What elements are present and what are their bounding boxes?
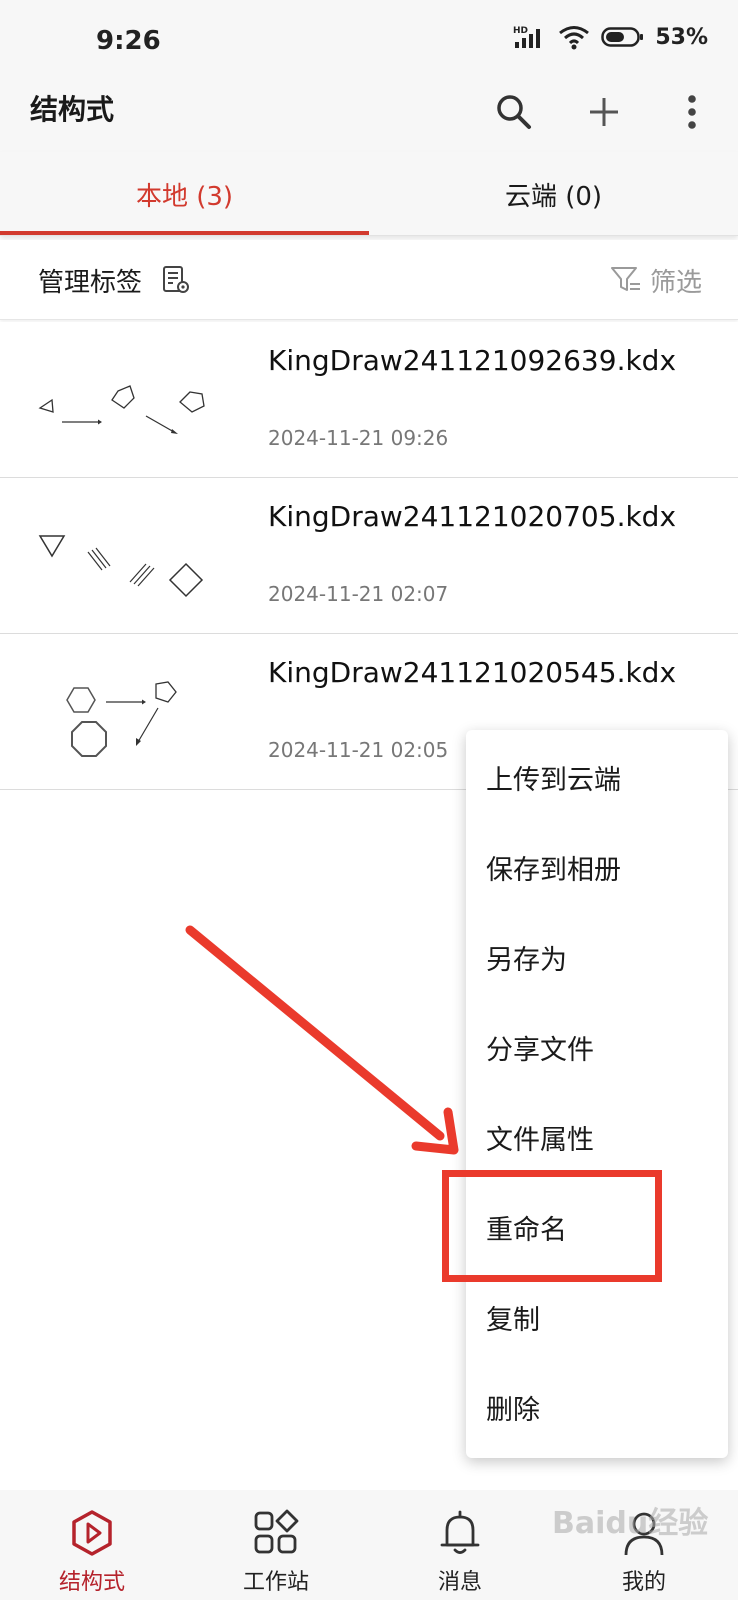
file-name: KingDraw241121020705.kdx bbox=[268, 500, 677, 533]
file-date: 2024-11-21 09:26 bbox=[268, 426, 449, 450]
nav-label: 结构式 bbox=[58, 1570, 125, 1595]
tab-local[interactable]: 本地 (3) bbox=[0, 152, 369, 236]
hd-badge: HD bbox=[513, 26, 528, 36]
structure-thumbnail bbox=[66, 681, 177, 757]
watermark: Baidu经验 bbox=[552, 1506, 709, 1541]
more-vertical-icon bbox=[688, 95, 696, 129]
battery-percent: 53% bbox=[655, 24, 708, 50]
file-date: 2024-11-21 02:07 bbox=[268, 582, 449, 606]
app-bar: 结构式 bbox=[0, 88, 738, 152]
menu-item-share-file[interactable]: 分享文件 bbox=[466, 1002, 728, 1092]
status-time: 9:26 bbox=[96, 26, 161, 56]
manage-tags-button[interactable]: 管理标签 bbox=[38, 240, 190, 320]
structure-icon bbox=[67, 1508, 117, 1558]
battery-icon bbox=[601, 27, 644, 47]
file-context-menu: 上传到云端 保存到相册 另存为 分享文件 文件属性 重命名 复制 删除 bbox=[466, 730, 728, 1458]
file-item[interactable]: KingDraw241121092639.kdx 2024-11-21 09:2… bbox=[0, 322, 738, 478]
bell-icon bbox=[435, 1508, 485, 1558]
filter-button[interactable]: 筛选 bbox=[610, 240, 702, 320]
list-toolbar: 管理标签 筛选 bbox=[0, 240, 738, 320]
file-name: KingDraw241121020545.kdx bbox=[268, 656, 677, 689]
menu-item-file-properties[interactable]: 文件属性 bbox=[466, 1092, 728, 1182]
status-bar: 9:26 HD 53% bbox=[0, 0, 738, 88]
nav-item-messages[interactable]: 消息 bbox=[368, 1490, 552, 1600]
menu-item-copy[interactable]: 复制 bbox=[466, 1272, 728, 1362]
search-icon bbox=[497, 95, 531, 129]
structure-thumbnail bbox=[38, 535, 204, 598]
nav-label: 消息 bbox=[437, 1570, 482, 1595]
structure-thumbnail bbox=[38, 385, 205, 434]
filter-icon bbox=[610, 267, 640, 291]
tab-cloud[interactable]: 云端 (0) bbox=[369, 152, 738, 236]
add-button[interactable] bbox=[576, 88, 632, 136]
nav-label: 工作站 bbox=[242, 1570, 309, 1595]
search-button[interactable] bbox=[486, 88, 542, 136]
manage-tags-label: 管理标签 bbox=[38, 267, 143, 298]
wifi-icon bbox=[559, 26, 590, 50]
file-date: 2024-11-21 02:05 bbox=[268, 738, 449, 762]
annotation-highlight-box bbox=[442, 1170, 662, 1282]
nav-item-structure[interactable]: 结构式 bbox=[0, 1490, 184, 1600]
tab-bar: 本地 (3) 云端 (0) bbox=[0, 152, 738, 236]
filter-label: 筛选 bbox=[649, 267, 702, 298]
file-item[interactable]: KingDraw241121020705.kdx 2024-11-21 02:0… bbox=[0, 478, 738, 634]
menu-item-save-to-album[interactable]: 保存到相册 bbox=[466, 822, 728, 912]
app-title: 结构式 bbox=[30, 93, 115, 126]
more-options-button[interactable] bbox=[664, 88, 720, 136]
nav-label: 我的 bbox=[621, 1570, 666, 1595]
menu-item-upload-to-cloud[interactable]: 上传到云端 bbox=[466, 732, 728, 822]
menu-item-save-as[interactable]: 另存为 bbox=[466, 912, 728, 1002]
file-name: KingDraw241121092639.kdx bbox=[268, 344, 677, 377]
workstation-icon bbox=[251, 1508, 301, 1558]
plus-icon bbox=[590, 98, 618, 126]
tab-active-indicator bbox=[0, 231, 369, 235]
menu-item-delete[interactable]: 删除 bbox=[466, 1362, 728, 1452]
signal-icon: HD bbox=[513, 26, 541, 48]
app-screen: 9:26 HD 53% 结构式 本地 (3) 云端 (0) 管理标签 筛选 Ki… bbox=[0, 0, 738, 1600]
nav-item-workstation[interactable]: 工作站 bbox=[184, 1490, 368, 1600]
status-icons: HD 53% bbox=[513, 24, 708, 50]
tag-settings-icon bbox=[163, 266, 190, 293]
